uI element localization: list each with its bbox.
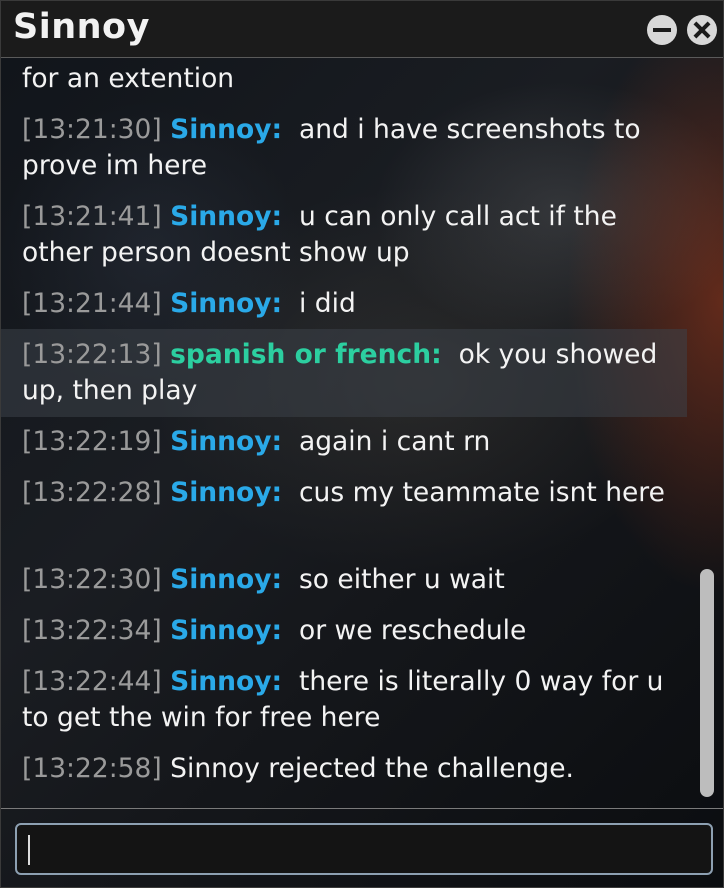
chat-message: [13:21:44] Sinnoy: i did	[1, 286, 687, 322]
message-nick[interactable]: Sinnoy:	[170, 615, 282, 646]
message-nick[interactable]: Sinnoy:	[170, 426, 282, 457]
message-scrollbar[interactable]	[700, 61, 714, 801]
chat-message-highlighted: [13:22:13] spanish or french: ok you sho…	[1, 329, 687, 417]
chat-window: Sinnoy for an extention [13:21:30] Sinno…	[0, 0, 724, 888]
chat-input-box[interactable]	[15, 823, 713, 875]
message-text: for an extention	[22, 63, 235, 94]
message-timestamp: [13:22:30]	[22, 564, 162, 595]
message-nick[interactable]: Sinnoy:	[170, 477, 282, 508]
chat-input[interactable]	[17, 825, 711, 873]
chat-message: [13:22:34] Sinnoy: or we reschedule	[1, 613, 687, 649]
chat-message: [13:21:30] Sinnoy: and i have screenshot…	[1, 112, 687, 184]
message-timestamp: [13:22:19]	[22, 426, 162, 457]
message-timestamp: [13:22:28]	[22, 477, 162, 508]
chat-message: for an extention	[1, 61, 687, 97]
message-nick[interactable]: Sinnoy:	[170, 288, 282, 319]
chat-message: [13:21:41] Sinnoy: u can only call act i…	[1, 199, 687, 271]
window-title: Sinnoy	[13, 7, 150, 47]
message-timestamp: [13:21:41]	[22, 201, 162, 232]
chat-message: [13:22:28] Sinnoy: cus my teammate isnt …	[1, 475, 687, 511]
chat-message: [13:22:19] Sinnoy: again i cant rn	[1, 424, 687, 460]
message-timestamp: [13:21:30]	[22, 114, 162, 145]
message-text: i did	[298, 288, 356, 319]
message-nick[interactable]: spanish or french:	[170, 339, 442, 370]
message-timestamp: [13:22:44]	[22, 666, 162, 697]
message-text: again i cant rn	[298, 426, 491, 457]
message-nick[interactable]: Sinnoy:	[170, 666, 282, 697]
message-nick[interactable]: Sinnoy:	[170, 114, 282, 145]
message-timestamp: [13:22:58]	[22, 753, 162, 784]
message-text: or we reschedule	[298, 615, 527, 646]
message-timestamp: [13:21:44]	[22, 288, 162, 319]
input-divider	[1, 808, 723, 809]
chat-message: [13:22:58] Sinnoy rejected the challenge…	[1, 751, 687, 787]
chat-message: [13:22:44] Sinnoy: there is literally 0 …	[1, 664, 687, 736]
message-timestamp: [13:22:34]	[22, 615, 162, 646]
message-text: cus my teammate isnt here	[298, 477, 665, 508]
text-caret	[28, 835, 30, 865]
message-list[interactable]: for an extention [13:21:30] Sinnoy: and …	[1, 58, 691, 808]
title-bar[interactable]: Sinnoy	[1, 1, 723, 58]
message-text: Sinnoy rejected the challenge.	[170, 753, 574, 784]
message-timestamp: [13:22:13]	[22, 339, 162, 370]
close-icon[interactable]	[687, 15, 717, 45]
scrollbar-thumb[interactable]	[700, 569, 714, 797]
message-text: so either u wait	[298, 564, 505, 595]
minimize-icon[interactable]	[647, 15, 677, 45]
message-nick[interactable]: Sinnoy:	[170, 564, 282, 595]
chat-message: [13:22:30] Sinnoy: so either u wait	[1, 562, 687, 598]
message-nick[interactable]: Sinnoy:	[170, 201, 282, 232]
